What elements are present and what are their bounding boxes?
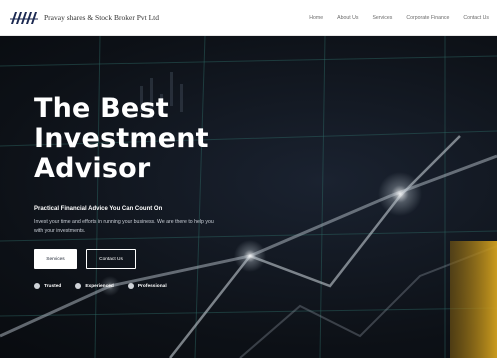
- contact-us-button[interactable]: Contact Us: [86, 249, 136, 269]
- badge-experienced: Experienced: [75, 283, 114, 289]
- brand-logo-icon: [10, 11, 38, 24]
- hero-description: Invest your time and efforts in running …: [34, 219, 214, 234]
- badge-label: Professional: [137, 283, 167, 289]
- hero-title-line-1: The Best: [34, 93, 169, 124]
- hero-title: The Best Investment Advisor: [34, 94, 294, 184]
- services-button[interactable]: Services: [34, 249, 77, 269]
- hero-section: The Best Investment Advisor Practical Fi…: [0, 36, 497, 358]
- page: Pravay shares & Stock Broker Pvt Ltd Hom…: [0, 0, 497, 358]
- badge-label: Trusted: [44, 283, 62, 289]
- hero-subtitle: Practical Financial Advice You Can Count…: [34, 206, 163, 212]
- main-nav: Home About Us Services Corporate Finance…: [309, 15, 489, 21]
- nav-home[interactable]: Home: [309, 15, 323, 21]
- check-circle-icon: [75, 283, 82, 289]
- badge-label: Experienced: [85, 283, 114, 289]
- hero-content: The Best Investment Advisor Practical Fi…: [34, 94, 294, 289]
- nav-services[interactable]: Services: [372, 15, 392, 21]
- trust-badges: Trusted Experienced Professional: [34, 283, 294, 289]
- nav-corporate-finance[interactable]: Corporate Finance: [406, 15, 449, 21]
- brand[interactable]: Pravay shares & Stock Broker Pvt Ltd: [10, 11, 159, 25]
- check-circle-icon: [34, 283, 40, 289]
- brand-name: Pravay shares & Stock Broker Pvt Ltd: [44, 13, 159, 22]
- nav-contact-us[interactable]: Contact Us: [463, 15, 489, 21]
- badge-trusted: Trusted: [34, 283, 61, 289]
- hero-title-line-3: Advisor: [34, 153, 151, 184]
- check-circle-icon: [127, 283, 134, 289]
- hero-buttons: Services Contact Us: [34, 249, 294, 269]
- hero-title-line-2: Investment: [34, 123, 209, 154]
- site-header: Pravay shares & Stock Broker Pvt Ltd Hom…: [0, 0, 497, 36]
- badge-professional: Professional: [127, 283, 167, 289]
- nav-about-us[interactable]: About Us: [337, 15, 358, 21]
